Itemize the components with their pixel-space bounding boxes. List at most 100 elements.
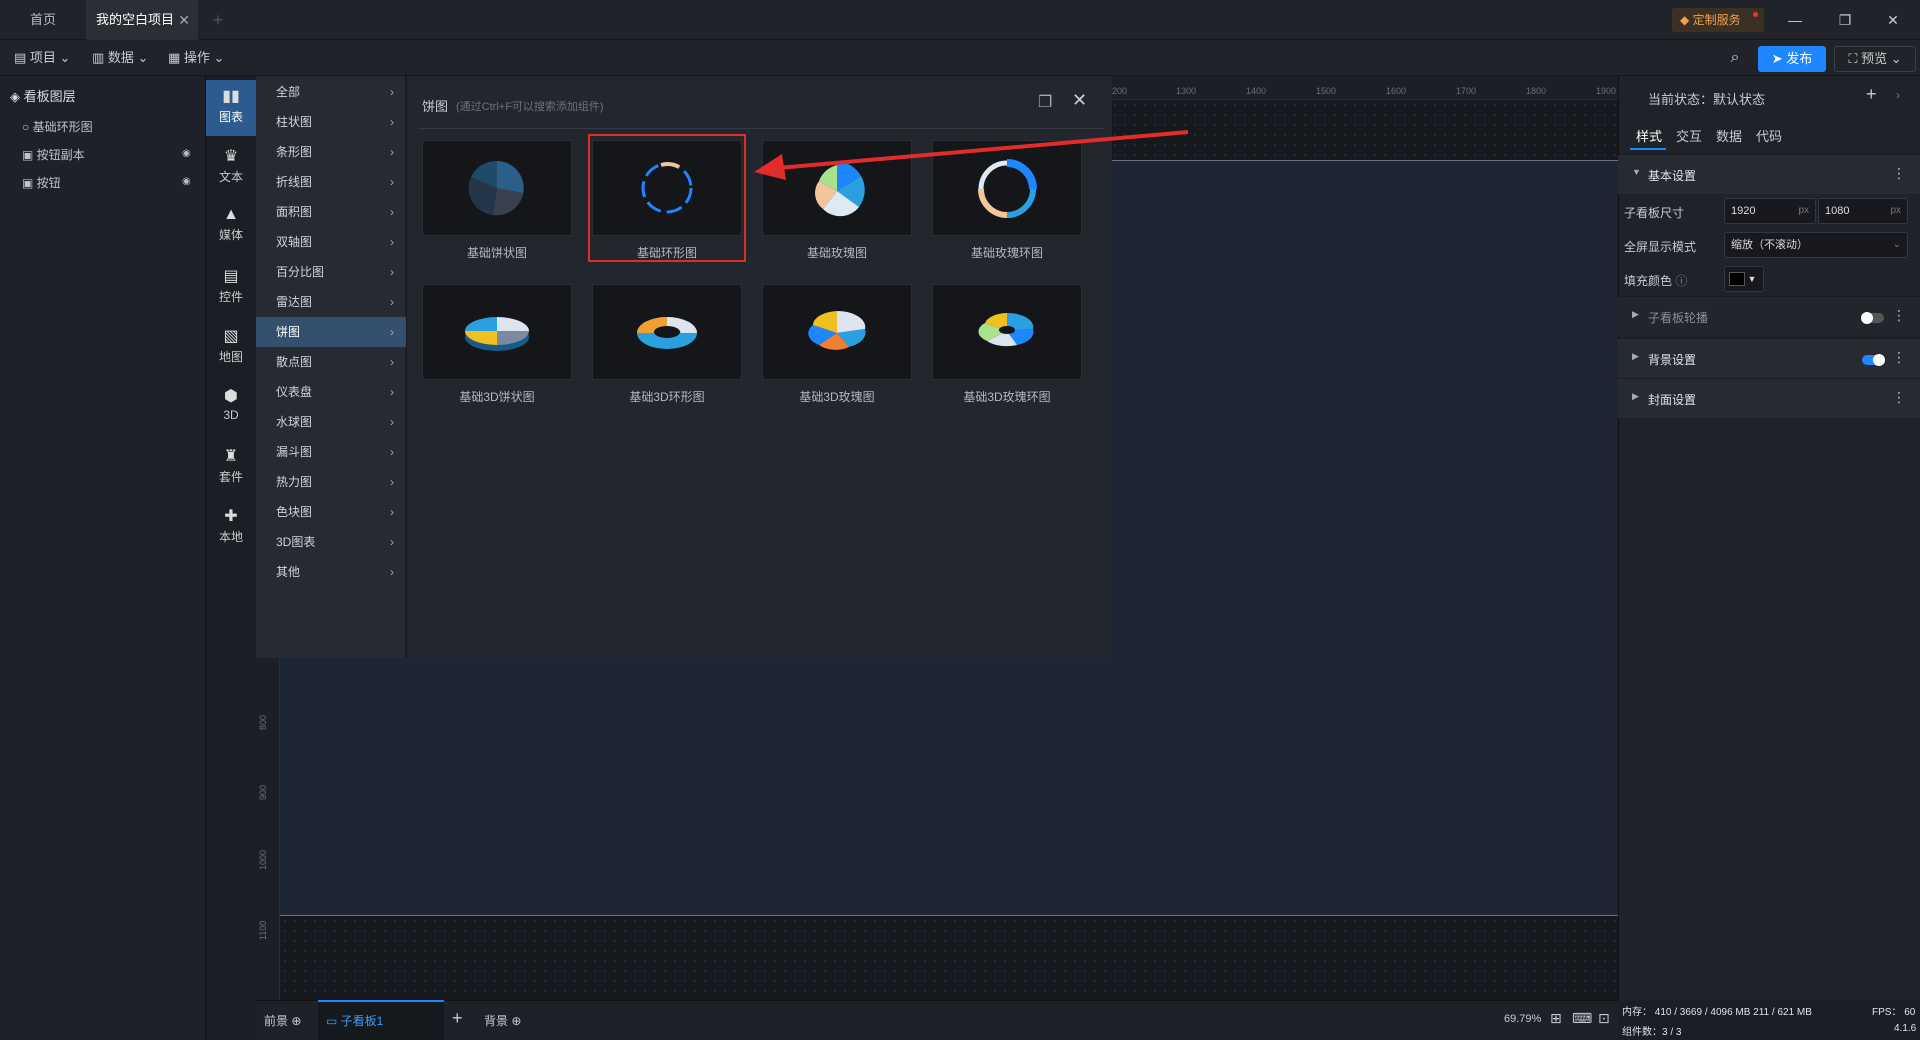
background-tab[interactable]: 背景 ⊕ xyxy=(484,1012,521,1029)
bar-chart-icon: ▮▮ xyxy=(222,88,240,105)
carousel-section[interactable]: ▶ 子看板轮播 ⋮ xyxy=(1618,296,1920,336)
category-map[interactable]: ▧ 地图 xyxy=(206,320,256,376)
menu-item-pie[interactable]: 饼图 › xyxy=(256,317,406,347)
menu-item-radar[interactable]: 雷达图 › xyxy=(256,287,406,317)
add-circle-icon[interactable]: ⊕ xyxy=(291,1014,301,1028)
menu-label: 色块图 xyxy=(276,505,313,519)
component-card-3d-rose-ring[interactable] xyxy=(932,284,1082,380)
tab-home[interactable]: 首页 xyxy=(0,0,86,40)
menu-item-block[interactable]: 色块图 › xyxy=(256,497,406,527)
tab-code[interactable]: 代码 xyxy=(1756,126,1782,145)
more-icon[interactable]: ⋮ xyxy=(1892,165,1906,182)
category-text[interactable]: ♛ 文本 xyxy=(206,140,256,196)
more-icon[interactable]: ⋮ xyxy=(1892,349,1906,366)
component-card-basic-pie[interactable] xyxy=(422,140,572,236)
category-control[interactable]: ▤ 控件 xyxy=(206,260,256,316)
add-state-icon[interactable]: + xyxy=(1866,84,1877,105)
category-media[interactable]: ▲ 媒体 xyxy=(206,200,256,256)
category-local[interactable]: ✚ 本地 xyxy=(206,500,256,556)
hidden-eye-icon[interactable]: ◉ xyxy=(182,176,191,187)
zoom-level[interactable]: 69.79% xyxy=(1504,1013,1541,1025)
fill-color-picker[interactable]: ▼ xyxy=(1724,266,1764,292)
component-card-3d-rose[interactable] xyxy=(762,284,912,380)
menu-item-column[interactable]: 柱状图 › xyxy=(256,107,406,137)
close-tab-icon[interactable]: ✕ xyxy=(178,0,190,40)
restore-icon[interactable]: ❐ xyxy=(1822,0,1868,40)
foreground-tab[interactable]: 前景 ⊕ xyxy=(264,1012,301,1029)
preview-label: 预览 xyxy=(1861,51,1888,66)
display-mode-select[interactable]: 缩放（不滚动） ⌄ xyxy=(1724,232,1908,258)
menu-item-all[interactable]: 全部 › xyxy=(256,77,406,107)
search-icon[interactable]: ⌕ xyxy=(1720,40,1750,76)
close-window-icon[interactable]: ✕ xyxy=(1870,0,1916,40)
layer-label: 按钮 xyxy=(36,176,61,190)
menu-item-line[interactable]: 折线图 › xyxy=(256,167,406,197)
caret-down-icon: ▼ xyxy=(1632,167,1641,177)
more-icon[interactable]: ⋮ xyxy=(1892,307,1906,324)
menu-label: 全部 xyxy=(276,85,301,99)
basic-settings-section[interactable]: ▼ 基本设置 ⋮ xyxy=(1618,154,1920,194)
board-height-input[interactable]: 1080 px xyxy=(1818,198,1908,224)
menu-item-funnel[interactable]: 漏斗图 › xyxy=(256,437,406,467)
category-label: 控件 xyxy=(218,290,243,304)
tab-interaction[interactable]: 交互 xyxy=(1676,126,1702,145)
terminal-icon[interactable]: ⊡ xyxy=(1598,1010,1610,1027)
publish-button[interactable]: ➤ 发布 xyxy=(1758,46,1826,72)
menu-item-3d-chart[interactable]: 3D图表 › xyxy=(256,527,406,557)
chevron-right-icon[interactable]: › xyxy=(1896,88,1900,102)
custom-service-button[interactable]: ◆ 定制服务 xyxy=(1672,8,1764,32)
preview-button[interactable]: ⛶ 预览 ⌄ xyxy=(1834,46,1916,72)
hidden-eye-icon[interactable]: ◉ xyxy=(182,148,191,159)
chevron-down-icon: ⌄ xyxy=(59,50,71,65)
board-width-input[interactable]: 1920 px xyxy=(1724,198,1816,224)
version-label: 4.1.6 xyxy=(1894,1023,1917,1034)
unit-label: px xyxy=(1890,205,1901,216)
menu-item-liquid[interactable]: 水球图 › xyxy=(256,407,406,437)
carousel-toggle[interactable] xyxy=(1861,312,1884,324)
chevron-right-icon: › xyxy=(390,145,394,159)
fit-screen-icon[interactable]: ⊞ xyxy=(1550,1010,1562,1027)
database-icon: ▥ xyxy=(92,50,108,65)
section-title: 背景设置 xyxy=(1648,353,1697,367)
keyboard-icon[interactable]: ⌨ xyxy=(1572,1010,1592,1027)
close-icon[interactable]: ✕ xyxy=(1072,90,1087,111)
component-card-3d-pie[interactable] xyxy=(422,284,572,380)
background-toggle[interactable] xyxy=(1862,354,1885,366)
minimize-icon[interactable]: — xyxy=(1772,0,1818,40)
background-section[interactable]: ▶ 背景设置 ⋮ xyxy=(1618,338,1920,378)
tab-style[interactable]: 样式 xyxy=(1636,126,1662,145)
component-count: 组件数：3 / 3 xyxy=(1622,1027,1682,1038)
menu-item-dual-axis[interactable]: 双轴图 › xyxy=(256,227,406,257)
shirt-icon: ♜ xyxy=(223,448,239,465)
add-circle-icon[interactable]: ⊕ xyxy=(511,1014,521,1028)
operate-menu[interactable]: ▦ 操作 ⌄ xyxy=(168,40,224,76)
menu-item-heatmap[interactable]: 热力图 › xyxy=(256,467,406,497)
menu-label: 3D图表 xyxy=(276,535,316,549)
tab-project[interactable]: 我的空白项目 ✕ xyxy=(86,0,198,40)
control-icon: ▤ xyxy=(223,268,239,285)
category-label: 媒体 xyxy=(218,228,243,242)
cover-section[interactable]: ▶ 封面设置 ⋮ xyxy=(1618,378,1920,418)
category-3d[interactable]: ⬢ 3D xyxy=(206,380,256,436)
project-menu[interactable]: ▤ 项目 ⌄ xyxy=(14,40,70,76)
sub-board-tab[interactable]: ▭ 子看板1 xyxy=(318,1000,444,1040)
more-icon[interactable]: ⋮ xyxy=(1892,389,1906,406)
component-card-3d-ring[interactable] xyxy=(592,284,742,380)
menu-item-area[interactable]: 面积图 › xyxy=(256,197,406,227)
menu-item-scatter[interactable]: 散点图 › xyxy=(256,347,406,377)
menu-item-bar[interactable]: 条形图 › xyxy=(256,137,406,167)
add-tab-button[interactable]: + xyxy=(206,0,230,40)
menu-item-other[interactable]: 其他 › xyxy=(256,557,406,587)
category-suite[interactable]: ♜ 套件 xyxy=(206,440,256,496)
layer-item[interactable]: ▣ 按钮 xyxy=(22,174,61,191)
tab-data[interactable]: 数据 xyxy=(1716,126,1742,145)
menu-item-gauge[interactable]: 仪表盘 › xyxy=(256,377,406,407)
data-menu[interactable]: ▥ 数据 ⌄ xyxy=(92,40,148,76)
add-board-icon[interactable]: + xyxy=(452,1008,463,1029)
layer-item[interactable]: ○ 基础环形图 xyxy=(22,118,93,135)
menu-item-percent[interactable]: 百分比图 › xyxy=(256,257,406,287)
copy-icon[interactable]: ❐ xyxy=(1038,92,1052,112)
category-chart[interactable]: ▮▮ 图表 xyxy=(206,80,256,136)
ruler-tick: 200 xyxy=(1112,86,1128,96)
layer-item[interactable]: ▣ 按钮副本 xyxy=(22,146,85,163)
